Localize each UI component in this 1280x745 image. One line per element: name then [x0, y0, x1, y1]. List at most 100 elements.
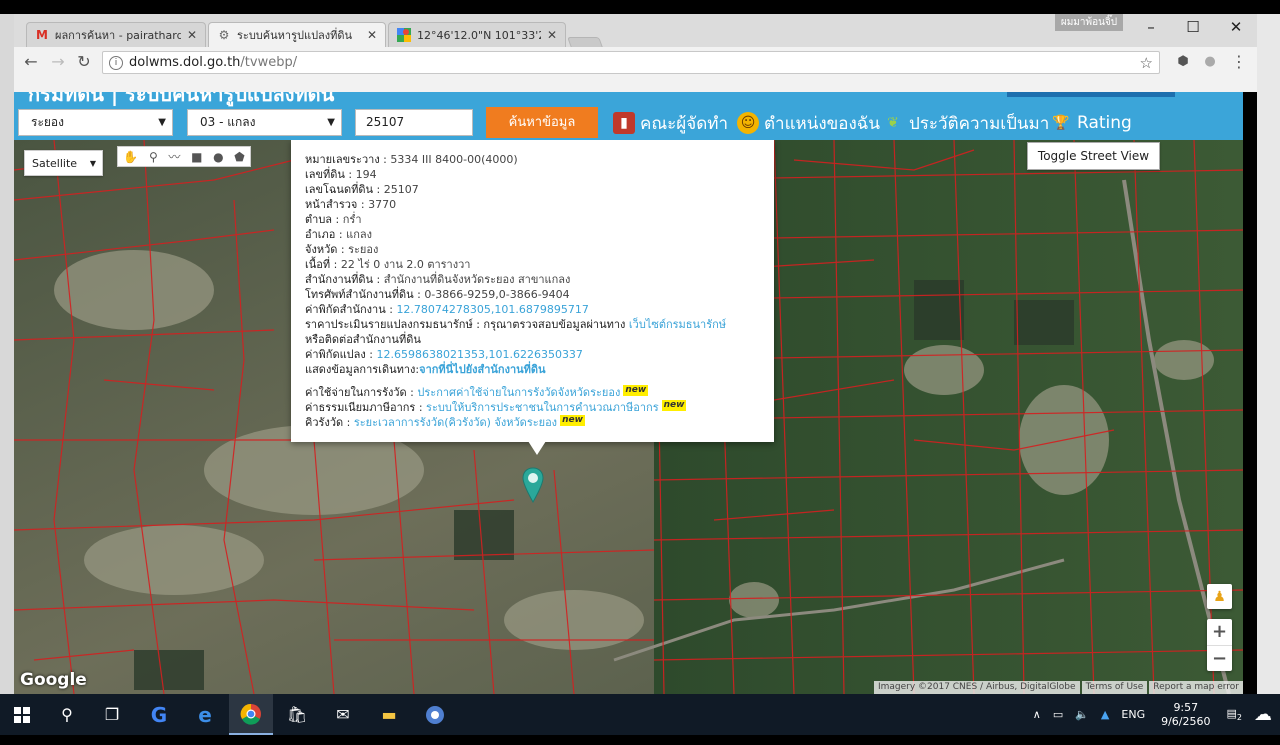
link-rating[interactable]: 🏆 Rating — [1050, 112, 1132, 134]
back-icon[interactable]: ← — [20, 51, 42, 73]
chevron-up-icon[interactable]: ∧ — [1033, 708, 1041, 721]
rectangle-tool-icon[interactable]: ■ — [191, 150, 202, 164]
mail-icon[interactable]: ✉ — [321, 694, 365, 735]
info-extra-label: ค่าธรรมเนียมภาษีอากร — [305, 401, 416, 414]
tab-maps[interactable]: 12°46'12.0"N 101°33'29. ✕ — [388, 22, 566, 47]
zoom-in-button[interactable]: + — [1207, 619, 1232, 645]
search-button[interactable]: ค้นหาข้อมูล — [486, 107, 598, 138]
url-path: /tvwebp/ — [240, 55, 298, 70]
language-indicator[interactable]: ENG — [1121, 708, 1145, 721]
info-row-value: แกลง — [346, 228, 372, 241]
site-title: กรมที่ดิน | ระบบค้นหารูปแปลงที่ดิน — [28, 92, 335, 106]
tab-label: 12°46'12.0"N 101°33'29. — [417, 28, 541, 42]
tab-gmail[interactable]: M ผลการค้นหา - pairathardv ✕ — [26, 22, 206, 47]
info-row-label: สำนักงานที่ดิน — [305, 273, 374, 286]
volume-icon[interactable]: 🔈 — [1075, 708, 1089, 721]
minimize-icon[interactable]: – — [1131, 16, 1171, 38]
circle-tool-icon[interactable]: ● — [213, 150, 223, 164]
info-extra-link[interactable]: ระยะเวลาการรังวัด(คิวรังวัด) จังหวัดระยอ… — [354, 416, 557, 429]
forward-icon[interactable]: → — [47, 51, 69, 73]
extension-icon[interactable]: ⬢ — [1172, 51, 1194, 73]
chrome-taskbar-icon[interactable] — [229, 694, 273, 735]
satellite-map[interactable]: Satellite ▼ ✋ ⚲ 〰 ■ ● ⬟ Toggle Street Vi… — [14, 140, 1243, 694]
reload-icon[interactable]: ↻ — [73, 51, 95, 73]
zoom-out-button[interactable]: − — [1207, 645, 1232, 672]
drive-icon[interactable]: ▲ — [1101, 708, 1109, 721]
info-row: ตำบล : กร่ำ — [305, 213, 362, 226]
info-row-value: สำนักงานที่ดินจังหวัดระยอง สาขาแกลง — [383, 273, 571, 286]
cloud-icon[interactable]: ☁ — [1254, 704, 1272, 725]
close-icon[interactable]: ✕ — [187, 28, 197, 42]
store-icon[interactable]: 🛍 — [275, 694, 319, 735]
directions-link[interactable]: จากที่นี่ไปยังสำนักงานที่ดิน — [419, 363, 545, 376]
clock-time: 9:57 — [1173, 700, 1199, 714]
map-type-select[interactable]: Satellite ▼ — [24, 150, 103, 176]
info-row: ค่าพิกัดสำนักงาน : 12.78074278305,101.68… — [305, 303, 589, 316]
info-row: หมายเลขระวาง : 5334 III 8400-00(4000) — [305, 153, 518, 166]
menu-icon[interactable]: ⋮ — [1228, 51, 1250, 73]
polyline-tool-icon[interactable]: 〰 — [168, 148, 180, 165]
close-icon[interactable]: ✕ — [367, 28, 377, 42]
link-my-location[interactable]: ☺ ตำแหน่งของฉัน — [737, 112, 880, 134]
district-select[interactable]: 03 - แกลง ▼ — [187, 109, 342, 136]
edge-icon[interactable]: e — [183, 694, 227, 735]
treasury-website-link[interactable]: เว็บไซต์กรมธนารักษ์ — [629, 318, 726, 331]
book-icon: ▮ — [613, 112, 635, 134]
parcel-coord-value[interactable]: 12.6598638021353,101.6226350337 — [376, 348, 582, 361]
right-screen-edge — [1257, 14, 1280, 694]
link-history[interactable]: ❦ ประวัติความเป็นมา — [882, 112, 1049, 134]
browser-window: M ผลการค้นหา - pairathardv ✕ ⚙ ระบบค้นหา… — [14, 14, 1257, 92]
clock-date: 9/6/2560 — [1161, 714, 1211, 728]
province-select[interactable]: ระยอง ▼ — [18, 109, 173, 136]
polygon-tool-icon[interactable]: ⬟ — [234, 150, 244, 164]
task-view-icon[interactable]: ❐ — [90, 694, 134, 735]
window-user-badge[interactable]: ผมมาพ้อนจิ๊ป — [1055, 14, 1123, 31]
info-extra-link[interactable]: ประกาศค่าใช้จ่ายในการรังวัดจังหวัดระยอง — [417, 386, 620, 399]
close-icon[interactable]: ✕ — [547, 28, 557, 42]
address-bar[interactable]: i dolwms.dol.go.th/tvwebp/ ☆ — [102, 51, 1160, 74]
price-line2: หรือติดต่อสำนักงานที่ดิน — [305, 333, 421, 346]
url-host: dolwms.dol.go.th — [129, 55, 241, 70]
maximize-icon[interactable]: ☐ — [1173, 16, 1213, 38]
chrome-app-icon[interactable] — [413, 694, 457, 735]
marker-tool-icon[interactable]: ⚲ — [149, 150, 158, 164]
info-extra-row: คิวรังวัด : ระยะเวลาการรังวัด(คิวรังวัด)… — [305, 415, 585, 429]
info-icon[interactable]: i — [109, 55, 123, 70]
info-row: เลขโฉนดที่ดิน : 25107 — [305, 183, 419, 196]
info-extra-link[interactable]: ระบบให้บริการประชาชนในการคำนวณภาษีอากร — [426, 401, 659, 414]
report-error-link[interactable]: Report a map error — [1149, 681, 1243, 694]
toggle-street-view-button[interactable]: Toggle Street View — [1027, 142, 1160, 170]
info-rows: หมายเลขระวาง : 5334 III 8400-00(4000) เลข… — [305, 152, 774, 317]
window-close-icon[interactable]: ✕ — [1216, 16, 1256, 38]
hand-icon[interactable]: ✋ — [123, 150, 138, 164]
info-extra-row: ค่าใช้จ่ายในการรังวัด : ประกาศค่าใช้จ่าย… — [305, 385, 649, 399]
google-app-icon[interactable]: G — [137, 694, 181, 735]
clock[interactable]: 9:57 9/6/2560 — [1161, 701, 1210, 729]
file-explorer-icon[interactable]: ▬ — [367, 694, 411, 735]
info-row-label: ค่าพิกัดสำนักงาน — [305, 303, 386, 316]
search-icon[interactable]: ⚲ — [45, 694, 89, 735]
network-icon[interactable]: ▭ — [1053, 708, 1063, 721]
pegman-icon[interactable]: ♟ — [1207, 584, 1232, 609]
notification-icon[interactable]: ▤2 — [1227, 707, 1243, 722]
tab-label: ระบบค้นหารูปแปลงที่ดิน — [237, 29, 353, 42]
tab-dol[interactable]: ⚙ ระบบค้นหารูปแปลงที่ดิน ✕ — [208, 22, 386, 47]
info-extra-label: ค่าใช้จ่ายในการรังวัด — [305, 386, 407, 399]
location-marker-icon[interactable] — [522, 467, 544, 503]
zoom-control: + − — [1207, 619, 1232, 671]
info-row-value[interactable]: 12.78074278305,101.6879895717 — [396, 303, 588, 316]
info-row: อำเภอ : แกลง — [305, 228, 372, 241]
profile-icon[interactable]: ● — [1199, 51, 1221, 73]
bookmark-star-icon[interactable]: ☆ — [1140, 54, 1153, 72]
parcel-number-input[interactable]: 25107 — [355, 109, 473, 136]
info-row-value: ระยอง — [348, 243, 379, 256]
chevron-down-icon: ▼ — [89, 159, 96, 168]
link-history-label: ประวัติความเป็นมา — [909, 113, 1050, 134]
info-price-row-2: หรือติดต่อสำนักงานที่ดิน — [305, 332, 774, 347]
link-creators[interactable]: ▮ คณะผู้จัดทำ — [613, 112, 728, 134]
tab-label: ผลการค้นหา - pairathardv — [55, 29, 181, 42]
windows-start-icon[interactable] — [0, 694, 44, 735]
terms-link[interactable]: Terms of Use — [1081, 681, 1148, 694]
gmail-icon: M — [36, 28, 48, 42]
directions-label: แสดงข้อมูลการเดินทาง — [305, 363, 416, 376]
